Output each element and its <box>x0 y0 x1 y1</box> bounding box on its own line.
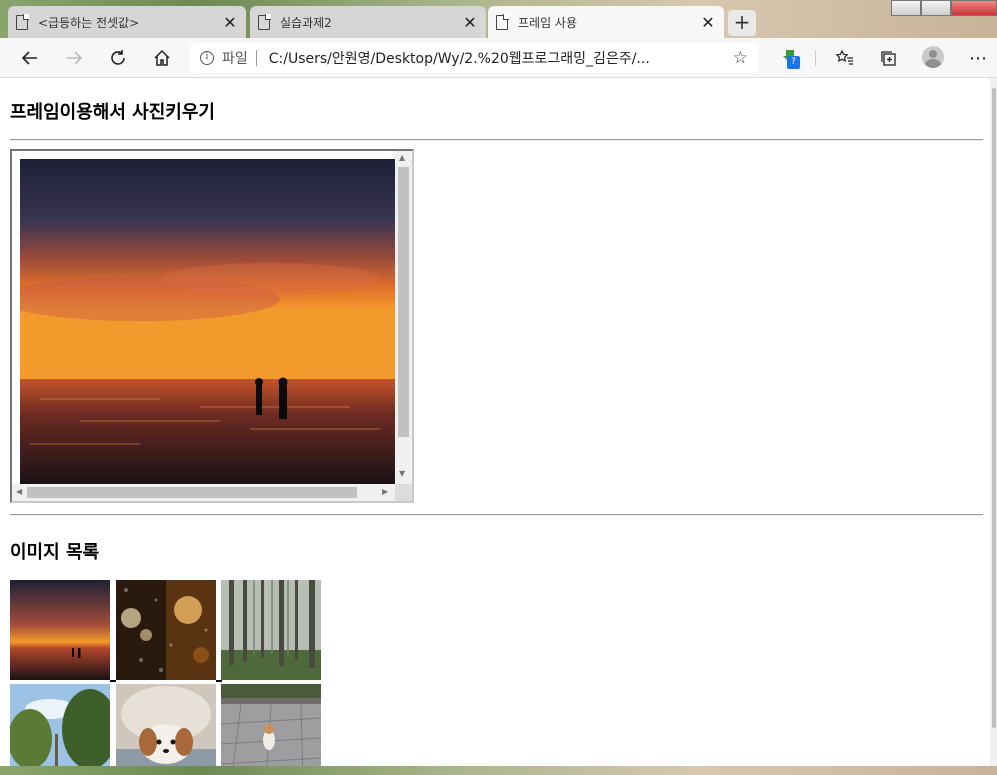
tab-title: 실습과제2 <box>280 15 332 30</box>
document-icon <box>16 14 29 30</box>
profile-avatar[interactable] <box>922 46 944 68</box>
thumbnail-palm-trees-sky[interactable] <box>10 684 110 766</box>
thumbnail-puppy-blanket[interactable] <box>116 684 216 766</box>
close-tab-icon[interactable]: ✕ <box>222 13 238 32</box>
document-icon <box>258 14 271 30</box>
address-separator <box>255 50 257 66</box>
favorite-star-icon[interactable]: ☆ <box>733 48 748 68</box>
link-underline <box>216 680 222 682</box>
collections-icon[interactable] <box>875 44 903 72</box>
address-scheme: 파일 <box>222 51 248 67</box>
address-url[interactable]: C:/Users/안원영/Desktop/Wy/2.%20웹프로그래밍_김은주/… <box>269 48 733 68</box>
link-underline <box>110 680 116 682</box>
document-icon <box>496 14 509 30</box>
window-controls <box>891 0 997 16</box>
thumbnail-puppy-on-pavement[interactable] <box>221 684 321 766</box>
more-options-icon[interactable]: ⋯ <box>964 44 992 72</box>
close-window-button[interactable] <box>951 0 997 16</box>
new-tab-button[interactable]: + <box>728 10 756 36</box>
thumbnail-rainy-window-bokeh[interactable] <box>116 580 216 680</box>
scroll-up-arrow-icon[interactable]: ▲ <box>399 153 405 162</box>
close-tab-icon[interactable]: ✕ <box>462 13 478 32</box>
refresh-icon[interactable] <box>104 44 132 72</box>
scroll-thumb[interactable] <box>27 487 357 498</box>
page-content: 프레임이용해서 사진키우기 ▲ ▼ ◀ ▶ 이미지 목록 <box>0 78 990 766</box>
thumbnail-sunset-sea[interactable] <box>10 580 110 680</box>
favorites-icon[interactable] <box>830 44 858 72</box>
back-arrow-icon[interactable] <box>16 44 44 72</box>
image-iframe[interactable]: ▲ ▼ ◀ ▶ <box>10 149 414 503</box>
iframe-image-sunset <box>20 159 395 484</box>
iframe-horizontal-scrollbar[interactable]: ◀ ▶ <box>12 484 395 501</box>
thumbnail-misty-forest[interactable] <box>221 580 321 680</box>
browser-toolbar: i 파일 C:/Users/안원영/Desktop/Wy/2.%20웹프로그래밍… <box>0 38 997 78</box>
divider-bottom <box>10 514 983 516</box>
extension-badge: ? <box>787 56 800 69</box>
close-tab-icon[interactable]: ✕ <box>700 13 716 32</box>
tab-title: 프레임 사용 <box>518 15 578 30</box>
home-icon[interactable] <box>148 44 176 72</box>
scroll-down-arrow-icon[interactable]: ▼ <box>399 469 405 478</box>
info-icon[interactable]: i <box>200 51 214 65</box>
tab-title: <급등하는 전셋값> <box>38 15 140 30</box>
page-vertical-scrollbar[interactable] <box>990 78 997 766</box>
tab-1[interactable]: <급등하는 전셋값> ✕ <box>8 6 246 38</box>
scroll-thumb[interactable] <box>398 167 409 437</box>
tab-2[interactable]: 실습과제2 ✕ <box>250 6 486 38</box>
scroll-left-arrow-icon[interactable]: ◀ <box>16 487 22 496</box>
iframe-vertical-scrollbar[interactable]: ▲ ▼ <box>395 151 412 484</box>
scroll-right-arrow-icon[interactable]: ▶ <box>382 487 388 496</box>
divider-top <box>10 139 983 141</box>
maximize-button[interactable] <box>921 0 951 16</box>
image-list-heading: 이미지 목록 <box>10 542 100 563</box>
address-bar[interactable]: i 파일 C:/Users/안원영/Desktop/Wy/2.%20웹프로그래밍… <box>190 43 758 73</box>
scrollbar-corner <box>395 484 412 501</box>
tab-3-active[interactable]: 프레임 사용 ✕ <box>488 6 724 38</box>
browser-titlebar: <급등하는 전셋값> ✕ 실습과제2 ✕ 프레임 사용 ✕ + <box>0 0 997 38</box>
frame-heading: 프레임이용해서 사진키우기 <box>10 102 215 123</box>
toolbar-divider <box>815 50 816 66</box>
forward-arrow-icon[interactable] <box>60 44 88 72</box>
minimize-button[interactable] <box>891 0 921 16</box>
